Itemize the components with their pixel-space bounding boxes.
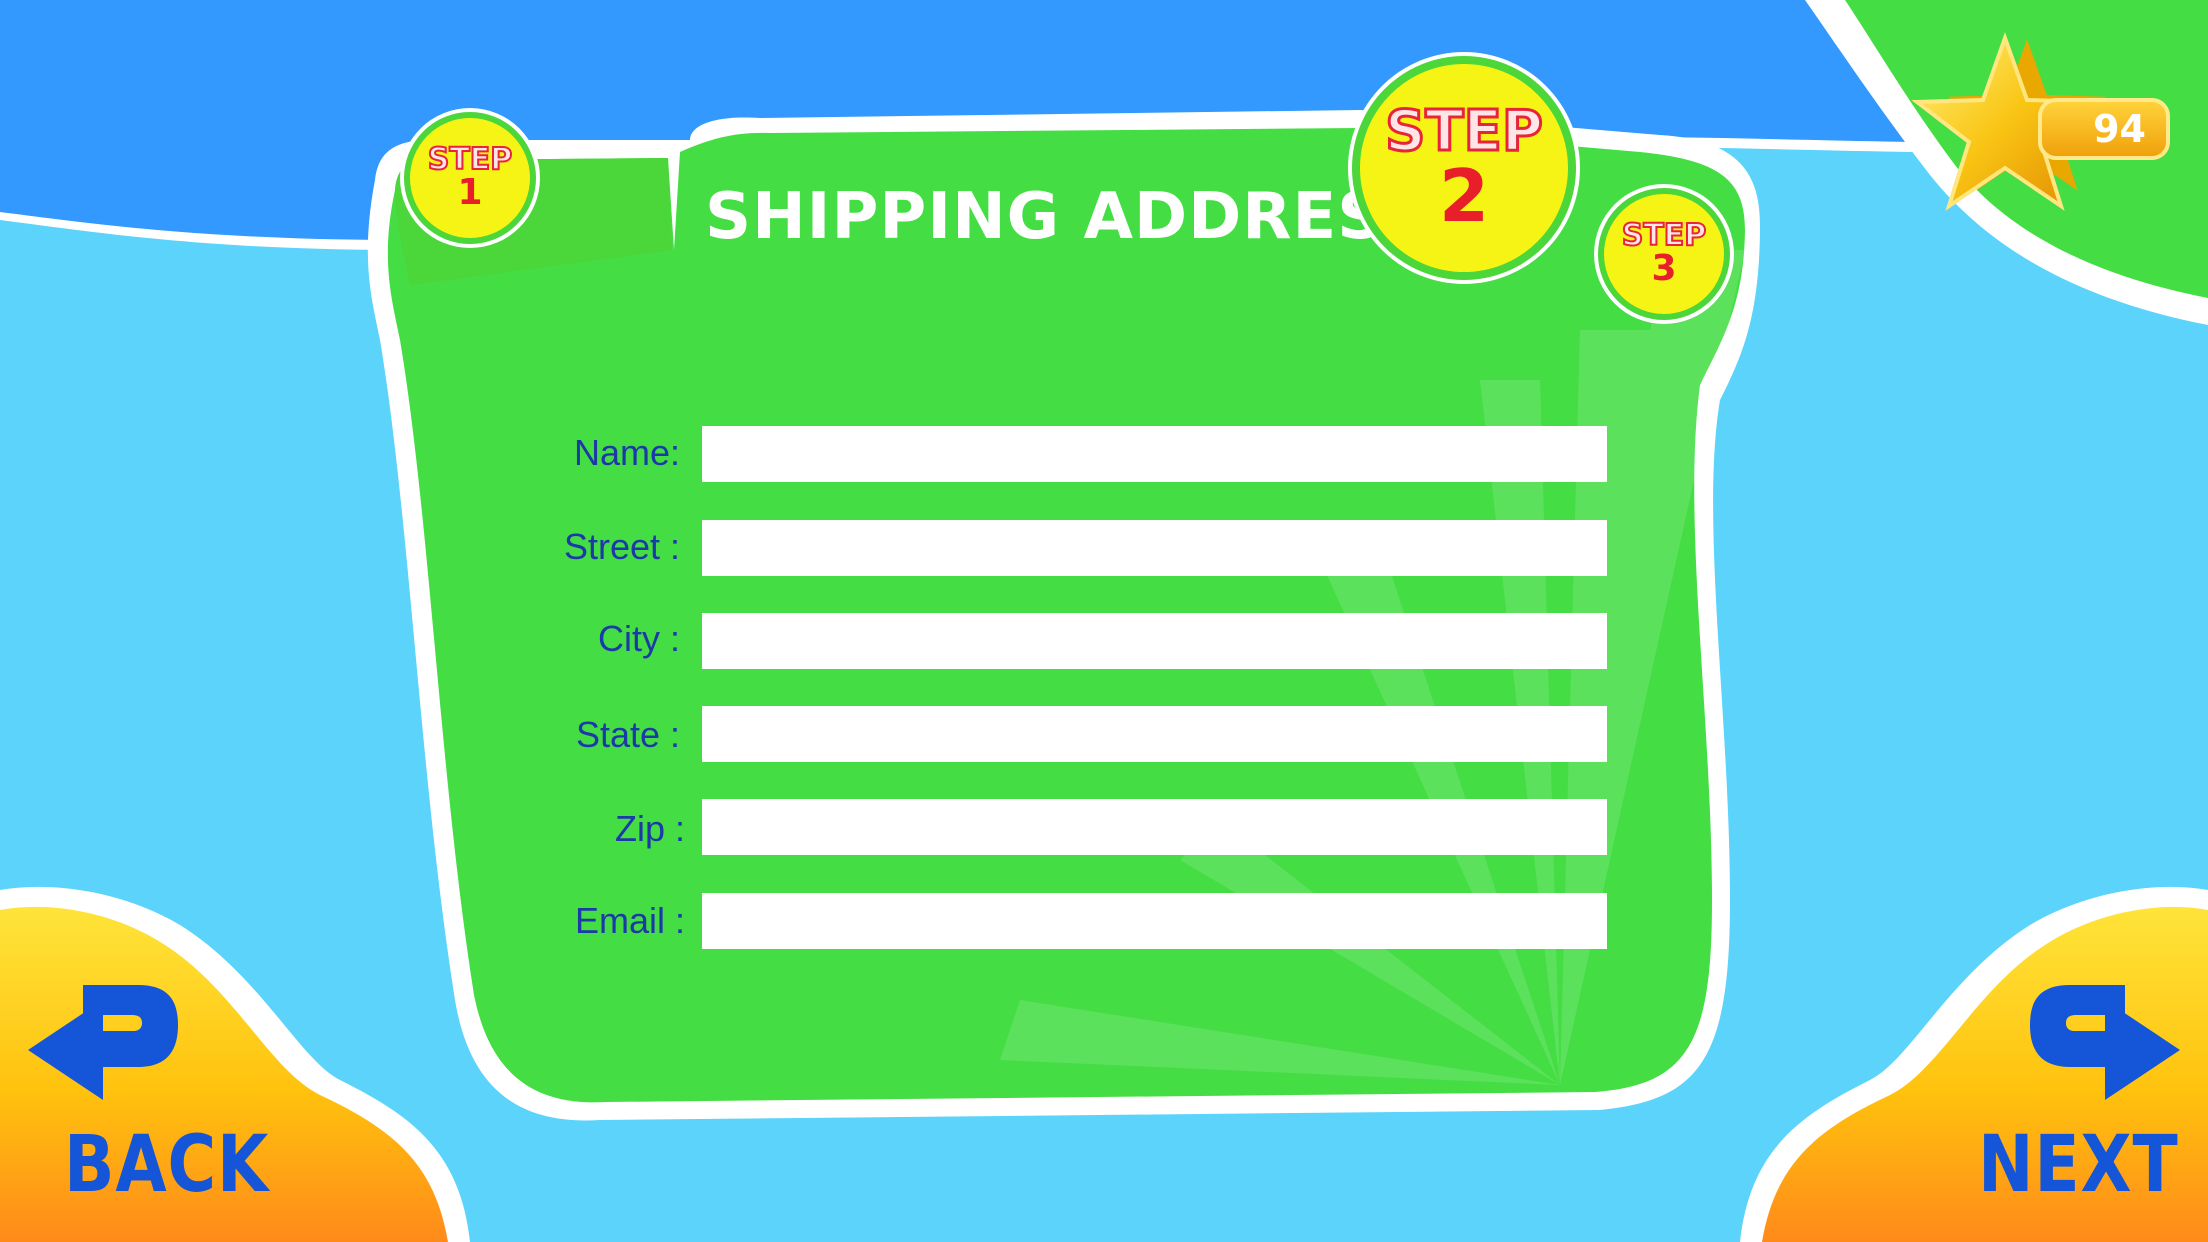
step-1-badge[interactable]: STEP 1 [404,112,536,244]
email-label: Email : [574,900,685,941]
name-label: Name: [573,432,680,473]
score-counter: 94 [2038,98,2170,160]
zip-input[interactable] [702,799,1607,855]
next-label: NEXT [1978,1120,2179,1210]
step-3-word: STEP [1621,218,1708,253]
step-2-word: STEP [1384,99,1545,164]
city-input[interactable] [702,613,1607,669]
state-input[interactable] [702,706,1607,762]
state-label: State : [575,714,680,755]
email-input[interactable] [702,893,1607,949]
step-1-word: STEP [427,142,514,177]
step-3-number: 3 [1651,248,1677,289]
back-label: BACK [64,1120,270,1210]
score-value: 94 [2093,107,2146,151]
step-2-badge[interactable]: STEP 2 [1352,56,1576,280]
step-2-number: 2 [1438,154,1490,238]
back-button[interactable]: BACK [0,880,460,1242]
step-1-number: 1 [457,172,483,213]
street-input[interactable] [702,520,1607,576]
city-label: City : [597,618,680,659]
zip-label: Zip : [614,808,685,849]
name-input[interactable] [702,426,1607,482]
next-button[interactable]: NEXT [1750,880,2208,1242]
street-label: Street : [563,526,680,567]
page-title: SHIPPING ADDRESS [705,180,1429,254]
step-3-badge[interactable]: STEP 3 [1598,188,1730,320]
